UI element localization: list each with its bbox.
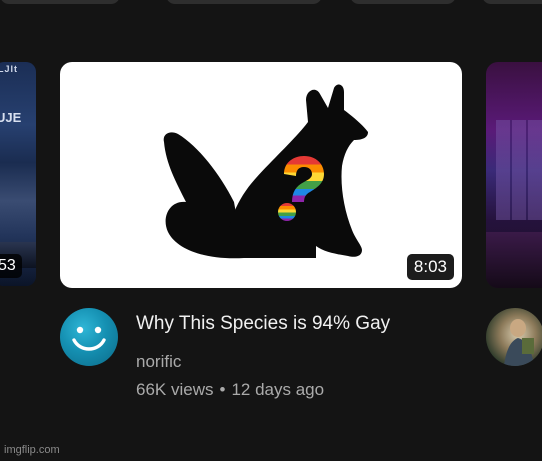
filter-chip[interactable]	[482, 0, 542, 4]
thumbnail-image	[496, 120, 542, 220]
fox-silhouette-icon	[163, 84, 368, 259]
avatar-image	[504, 319, 534, 366]
duration-badge: 8:03	[406, 254, 454, 280]
video-thumbnail[interactable]: 8:03	[60, 62, 462, 288]
thumbnail-overlay-text: UJE	[0, 110, 22, 125]
filter-chip[interactable]	[166, 0, 322, 4]
video-metadata: 66K views • 12 days ago	[136, 380, 324, 400]
filter-chip[interactable]	[0, 0, 120, 4]
video-thumbnail-left[interactable]: LJIt UJE 53	[0, 62, 36, 286]
filter-chip[interactable]	[350, 0, 456, 4]
channel-avatar-right[interactable]	[486, 308, 542, 366]
duration-badge: 53	[0, 254, 22, 278]
thumbnail-floor	[486, 232, 542, 288]
video-thumbnail-right[interactable]	[486, 62, 542, 288]
separator-dot: •	[219, 380, 226, 399]
smiley-face-icon	[72, 326, 106, 351]
channel-avatar[interactable]	[60, 308, 118, 366]
channel-name[interactable]: norific	[136, 352, 181, 372]
upload-age: 12 days ago	[231, 380, 325, 399]
watermark: imgflip.com	[4, 444, 60, 456]
thumbnail-overlay-text: LJIt	[0, 64, 19, 74]
video-title[interactable]: Why This Species is 94% Gay	[136, 312, 466, 336]
view-count: 66K views	[136, 380, 214, 399]
